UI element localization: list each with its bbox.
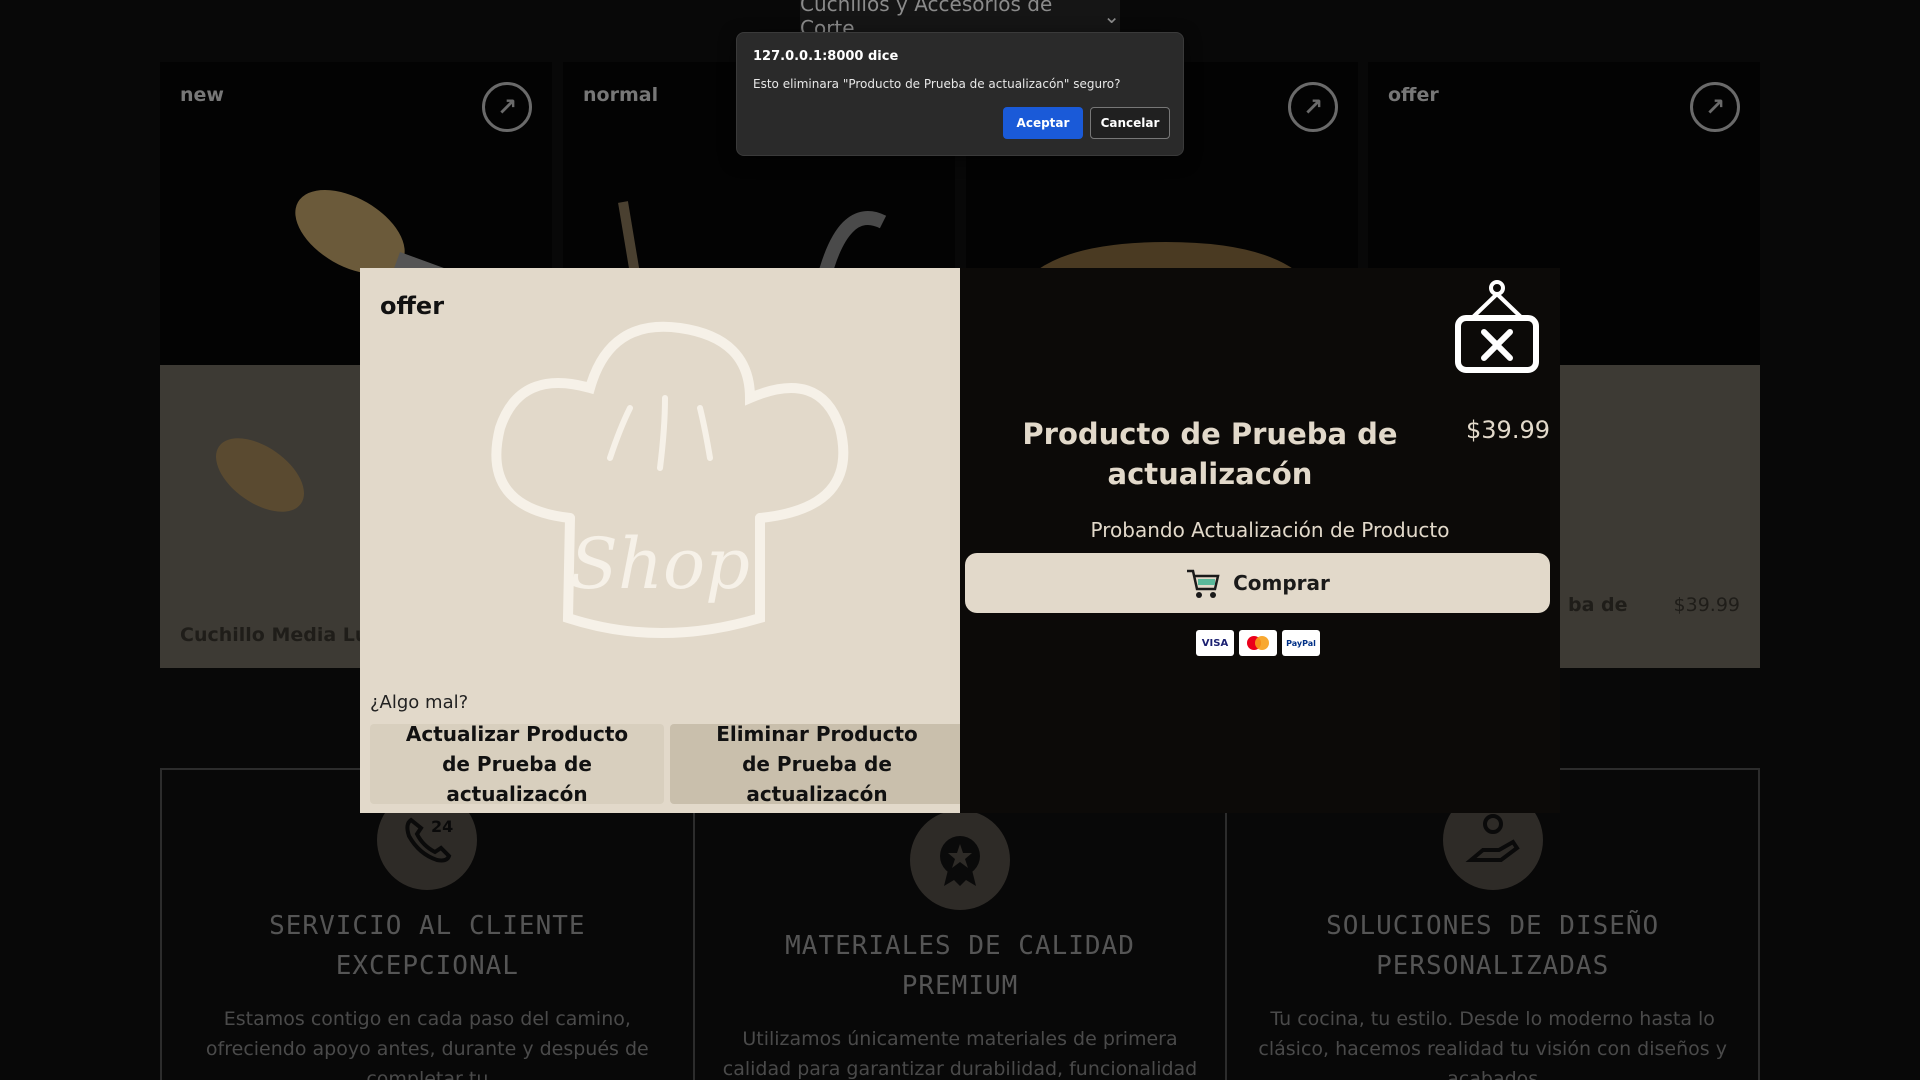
feature-text: Utilizamos únicamente materiales de prim…	[722, 1028, 1198, 1080]
visa-icon: VISA	[1196, 630, 1234, 656]
category-select[interactable]: Cuchillos y Accesorios de Corte ⌄	[800, 0, 1120, 40]
cart-icon	[1187, 569, 1220, 598]
award-star-icon	[910, 810, 1010, 910]
product-title: Producto de Prueba de actualizacón	[1022, 417, 1398, 491]
modal-image-panel: offer Shop ¿Algo mal? Actualizar Product…	[360, 268, 964, 813]
something-wrong-label: ¿Algo mal?	[370, 692, 469, 713]
shop-logo-text: Shop	[570, 523, 750, 605]
feature-text: Estamos contigo en cada paso del camino,…	[205, 1008, 649, 1080]
payment-methods: VISA PayPal	[1196, 630, 1320, 656]
card-tag: offer	[1388, 84, 1439, 106]
update-product-button[interactable]: Actualizar Producto de Prueba de actuali…	[370, 722, 664, 806]
dialog-message: Esto eliminara "Producto de Prueba de ac…	[753, 77, 1121, 91]
card-name: ba de	[1568, 594, 1628, 616]
product-modal: offer Shop ¿Algo mal? Actualizar Product…	[360, 268, 1560, 813]
close-sign-icon[interactable]	[1452, 280, 1542, 376]
card-tag: normal	[583, 84, 659, 106]
product-description: Probando Actualización de Producto	[1090, 518, 1450, 542]
chef-hat-shop-image: Shop	[491, 321, 849, 638]
feature-quality: MATERIALES DE CALIDAD PREMIUM Utilizamos…	[695, 770, 1228, 1080]
feature-title: SOLUCIONES DE DISEÑO PERSONALIZADAS	[1326, 911, 1660, 981]
svg-text:24: 24	[431, 817, 453, 836]
buy-button-label: Comprar	[1233, 571, 1330, 595]
paypal-icon: PayPal	[1282, 630, 1320, 656]
feature-title: MATERIALES DE CALIDAD PREMIUM	[785, 931, 1135, 1001]
open-arrow-icon[interactable]: ↗	[1690, 82, 1740, 132]
feature-title: SERVICIO AL CLIENTE EXCEPCIONAL	[269, 911, 586, 981]
modal-tag: offer	[380, 292, 445, 320]
card-price: $39.99	[1673, 594, 1740, 616]
confirm-dialog: 127.0.0.1:8000 dice Esto eliminara "Prod…	[736, 32, 1184, 156]
card-name: Cuchillo Media Lun	[180, 624, 382, 646]
mastercard-icon	[1239, 630, 1277, 656]
product-price: $39.99	[1466, 416, 1550, 444]
chevron-down-icon: ⌄	[1103, 4, 1120, 28]
feature-text: Tu cocina, tu estilo. Desde lo moderno h…	[1258, 1008, 1727, 1080]
features-section: 24 SERVICIO AL CLIENTE EXCEPCIONAL Estam…	[160, 768, 1760, 1080]
open-arrow-icon[interactable]: ↗	[482, 82, 532, 132]
dialog-origin: 127.0.0.1:8000 dice	[753, 49, 899, 64]
knife-image	[216, 438, 304, 512]
open-arrow-icon[interactable]: ↗	[1288, 82, 1338, 132]
delete-product-button[interactable]: Eliminar Producto de Prueba de actualiza…	[670, 722, 964, 806]
buy-button[interactable]: Comprar	[965, 553, 1550, 613]
dialog-accept-button[interactable]: Aceptar	[1003, 107, 1083, 139]
feature-design: SOLUCIONES DE DISEÑO PERSONALIZADAS Tu c…	[1227, 770, 1758, 1080]
card-tag: new	[180, 84, 224, 106]
modal-info-panel: Producto de Prueba de actualizacón $39.9…	[960, 268, 1560, 813]
feature-service: 24 SERVICIO AL CLIENTE EXCEPCIONAL Estam…	[162, 770, 695, 1080]
dialog-cancel-button[interactable]: Cancelar	[1090, 107, 1170, 139]
admin-buttons: Actualizar Producto de Prueba de actuali…	[370, 722, 964, 806]
